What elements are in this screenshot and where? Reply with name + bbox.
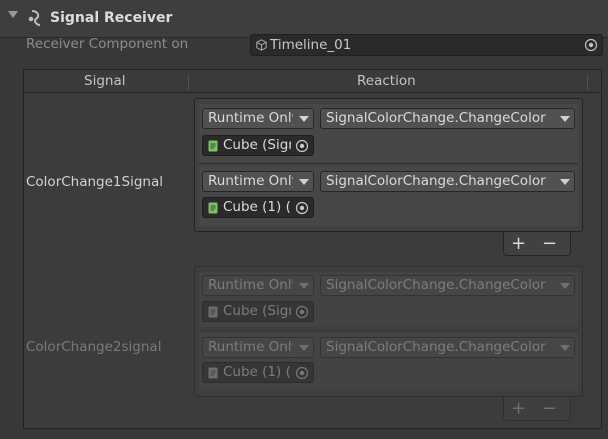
- remove-entry-button[interactable]: −: [542, 398, 557, 419]
- triangle-down-icon[interactable]: [8, 11, 18, 18]
- list-item: Runtime Only SignalColorChange.ChangeCol…: [199, 333, 578, 391]
- dropdown-text: Runtime Only: [208, 173, 300, 189]
- list-footer: + −: [503, 232, 571, 256]
- component-title: Signal Receiver: [50, 10, 173, 26]
- chevron-down-icon: [299, 179, 309, 185]
- runtime-mode-dropdown[interactable]: Runtime Only: [202, 275, 314, 296]
- signal-name: ColorChange2signal: [26, 339, 162, 355]
- column-header-reaction: Reaction: [357, 73, 416, 89]
- function-dropdown[interactable]: SignalColorChange.ChangeColor: [320, 171, 575, 192]
- column-separator[interactable]: [587, 74, 588, 90]
- script-icon: [208, 367, 218, 379]
- list-item: Runtime Only SignalColorChange.ChangeCol…: [199, 104, 578, 162]
- column-header-signal: Signal: [84, 73, 126, 89]
- object-picker-icon[interactable]: [295, 139, 309, 153]
- object-picker-icon[interactable]: [295, 366, 309, 380]
- list-footer: + −: [503, 397, 571, 421]
- chevron-down-icon: [560, 345, 570, 351]
- script-icon: [208, 140, 218, 152]
- script-icon: [208, 202, 218, 214]
- chevron-down-icon: [299, 283, 309, 289]
- receiver-label: Receiver Component on: [26, 36, 189, 52]
- dropdown-text: Runtime Only: [208, 339, 300, 355]
- chevron-down-icon: [299, 345, 309, 351]
- signal-name: ColorChange1Signal: [26, 174, 163, 190]
- chevron-down-icon: [560, 283, 570, 289]
- list-item: Runtime Only SignalColorChange.ChangeCol…: [199, 272, 578, 327]
- receiver-object-field[interactable]: Timeline_01: [250, 34, 603, 56]
- script-icon: [208, 306, 218, 318]
- cube-icon: [256, 39, 267, 51]
- dropdown-text: Runtime Only: [208, 277, 300, 293]
- dropdown-text: SignalColorChange.ChangeColor: [326, 277, 546, 293]
- entry-divider: [199, 163, 578, 164]
- target-object-field[interactable]: Cube (SignalColorChange): [202, 301, 314, 322]
- chevron-down-icon: [560, 116, 570, 122]
- runtime-mode-dropdown[interactable]: Runtime Only: [202, 108, 314, 129]
- dropdown-text: Runtime Only: [208, 110, 300, 126]
- chevron-down-icon: [560, 179, 570, 185]
- chevron-down-icon: [299, 116, 309, 122]
- target-object-field[interactable]: Cube (1) (SignalColorChange): [202, 197, 314, 218]
- list-item: Runtime Only SignalColorChange.ChangeCol…: [199, 166, 578, 226]
- object-picker-icon[interactable]: [295, 201, 309, 215]
- runtime-mode-dropdown[interactable]: Runtime Only: [202, 171, 314, 192]
- object-picker-icon[interactable]: [584, 38, 598, 52]
- runtime-mode-dropdown[interactable]: Runtime Only: [202, 337, 314, 358]
- function-dropdown[interactable]: SignalColorChange.ChangeColor: [320, 275, 575, 296]
- entry-divider: [199, 330, 578, 331]
- receiver-value: Timeline_01: [270, 37, 352, 53]
- dropdown-text: SignalColorChange.ChangeColor: [326, 173, 546, 189]
- target-object-field[interactable]: Cube (1) (SignalColorChange): [202, 362, 314, 383]
- dropdown-text: SignalColorChange.ChangeColor: [326, 339, 546, 355]
- object-picker-icon[interactable]: [295, 305, 309, 319]
- remove-entry-button[interactable]: −: [542, 233, 557, 254]
- column-separator[interactable]: [188, 74, 189, 90]
- add-entry-button[interactable]: +: [511, 233, 526, 254]
- signal-receiver-icon: [28, 10, 41, 26]
- function-dropdown[interactable]: SignalColorChange.ChangeColor: [320, 108, 575, 129]
- table-header: Signal Reaction: [23, 69, 602, 93]
- add-entry-button[interactable]: +: [511, 398, 526, 419]
- target-object-field[interactable]: Cube (SignalColorChange): [202, 135, 314, 156]
- function-dropdown[interactable]: SignalColorChange.ChangeColor: [320, 337, 575, 358]
- dropdown-text: SignalColorChange.ChangeColor: [326, 110, 546, 126]
